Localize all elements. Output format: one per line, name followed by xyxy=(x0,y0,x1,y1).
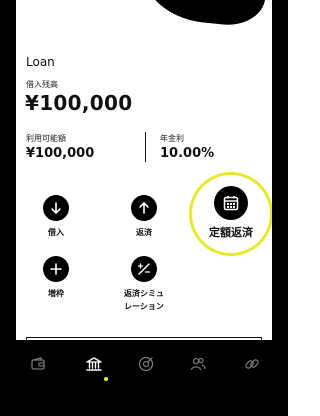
device-frame-bottom xyxy=(0,398,288,416)
wallet-icon xyxy=(31,357,45,370)
simulation-label-line2: レーション xyxy=(124,302,164,311)
device-frame-right xyxy=(272,0,288,416)
fixed-repay-label: 定額返済 xyxy=(209,226,253,239)
link-icon xyxy=(245,359,259,369)
header-graphic xyxy=(132,0,270,29)
plus-icon xyxy=(43,256,69,282)
target-icon xyxy=(138,356,154,372)
fixed-repay-button[interactable]: 定額返済 xyxy=(192,186,270,239)
balance-amount: ¥100,000 xyxy=(25,91,133,115)
rate-value: 10.00% xyxy=(160,146,215,161)
people-icon xyxy=(190,357,206,371)
repay-label: 返済 xyxy=(136,228,152,237)
increase-limit-button[interactable]: 増枠 xyxy=(21,256,91,300)
available-label: 利用可能額 xyxy=(26,134,66,143)
borrow-button[interactable]: 借入 xyxy=(21,195,91,239)
tab-link[interactable] xyxy=(240,352,264,376)
stat-divider xyxy=(145,132,146,162)
available-amount: ¥100,000 xyxy=(26,146,95,161)
simulation-label-line1: 返済シミュ xyxy=(124,289,164,298)
page-title: Loan xyxy=(26,55,55,69)
bottom-tab-bar xyxy=(16,340,272,398)
repay-button[interactable]: 返済 xyxy=(109,195,179,239)
borrow-label: 借入 xyxy=(48,228,64,237)
active-tab-indicator xyxy=(104,377,108,381)
increase-limit-label: 増枠 xyxy=(48,289,64,298)
calculator-icon xyxy=(131,256,157,282)
tab-wallet[interactable] xyxy=(26,352,50,376)
balance-label: 借入残高 xyxy=(26,80,58,89)
arrow-down-icon xyxy=(43,195,69,221)
bank-icon xyxy=(86,357,102,371)
tab-goals[interactable] xyxy=(134,352,158,376)
rate-label: 年金利 xyxy=(160,134,184,143)
device-frame-left xyxy=(0,0,16,416)
tab-people[interactable] xyxy=(186,352,210,376)
simulation-button[interactable]: 返済シミュ レーション xyxy=(109,256,179,313)
arrow-up-icon xyxy=(131,195,157,221)
calendar-icon xyxy=(214,186,248,220)
tab-bank[interactable] xyxy=(82,352,106,376)
loan-screen: Loan 借入残高 ¥100,000 利用可能額 ¥100,000 年金利 10… xyxy=(16,0,272,398)
